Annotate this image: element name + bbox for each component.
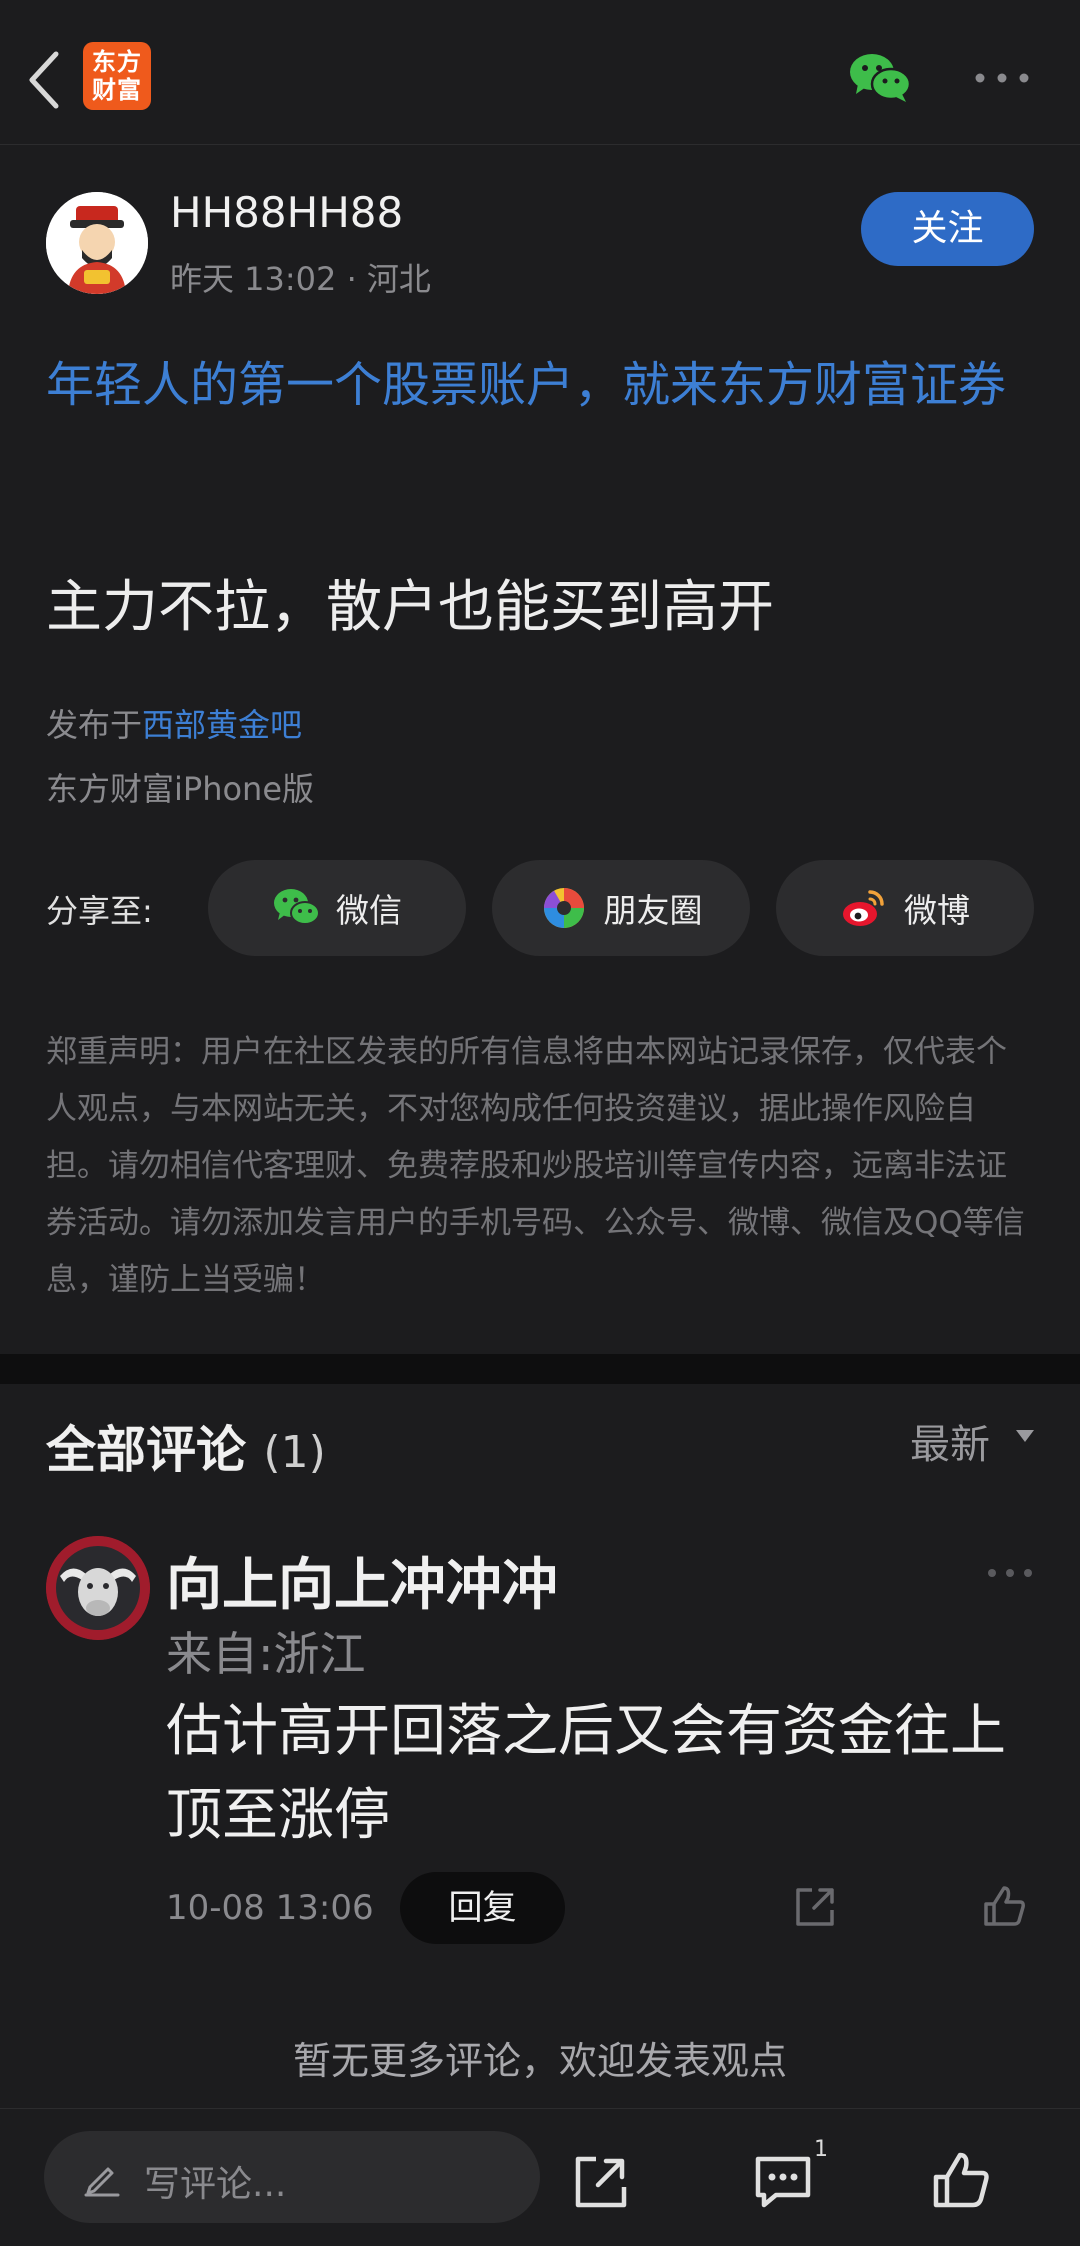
author-name[interactable]: HH88HH88 xyxy=(170,188,403,237)
weibo-icon xyxy=(843,890,884,926)
post-detail-page: 东方 财富 HH88HH88 昨天 13:02 · 河北 关注 年轻人的第一个股… xyxy=(0,0,1080,2246)
post-time-location: 昨天 13:02 · 河北 xyxy=(170,260,431,298)
share-moments-button[interactable]: 朋友圈 xyxy=(492,860,750,956)
published-prefix: 发布于 xyxy=(46,706,143,744)
like-icon[interactable] xyxy=(930,2149,992,2211)
post-title: 主力不拉，散户也能买到高开 xyxy=(46,575,774,640)
commenter-avatar[interactable] xyxy=(46,1536,150,1640)
section-divider xyxy=(0,1354,1080,1384)
comment-like-icon[interactable] xyxy=(980,1882,1028,1930)
bottom-action-bar: 写评论... 1 xyxy=(0,2108,1080,2246)
comment-text: 估计高开回落之后又会有资金往上顶至涨停 xyxy=(166,1699,1006,1848)
comment-input[interactable]: 写评论... xyxy=(44,2131,540,2223)
commenter-location: 来自:浙江 xyxy=(166,1627,366,1681)
share-label: 分享至: xyxy=(46,892,153,930)
wechat-icon xyxy=(274,889,320,925)
logo-line-1: 东方 xyxy=(92,48,142,76)
commenter-name[interactable]: 向上向上冲冲冲 xyxy=(166,1540,558,1621)
moments-icon xyxy=(543,888,584,928)
top-bar: 东方 财富 xyxy=(0,0,1080,145)
pencil-icon xyxy=(84,2167,120,2197)
caret-down-icon[interactable] xyxy=(1014,1428,1036,1444)
author-avatar[interactable] xyxy=(46,192,148,294)
back-arrow-icon[interactable] xyxy=(22,48,66,112)
promo-link[interactable]: 年轻人的第一个股票账户，就来东方财富证券 xyxy=(46,346,1042,424)
comments-count: (1) xyxy=(263,1427,326,1478)
wechat-share-icon[interactable] xyxy=(848,50,912,106)
share-moments-label: 朋友圈 xyxy=(603,891,703,930)
no-more-comments: 暂无更多评论，欢迎发表观点 xyxy=(292,2039,787,2083)
more-options-icon[interactable] xyxy=(972,68,1032,88)
bar-link[interactable]: 西部黄金吧 xyxy=(142,706,302,744)
share-icon[interactable] xyxy=(572,2153,630,2211)
share-weibo-button[interactable]: 微博 xyxy=(776,860,1034,956)
comment-count-badge: 1 xyxy=(814,2137,828,2162)
app-logo: 东方 财富 xyxy=(83,42,151,110)
comment-time: 10-08 13:06 xyxy=(166,1888,374,1928)
published-in: 发布于西部黄金吧 xyxy=(46,700,302,746)
comments-title: 全部评论 xyxy=(46,1421,246,1479)
comment-share-icon[interactable] xyxy=(792,1884,838,1930)
client-source: 东方财富iPhone版 xyxy=(46,770,315,808)
reply-button[interactable]: 回复 xyxy=(400,1872,565,1944)
comment-input-placeholder: 写评论... xyxy=(144,2164,287,2205)
fortune-god-avatar-icon xyxy=(46,192,148,294)
disclaimer-text: 郑重声明：用户在社区发表的所有信息将由本网站记录保存，仅代表个人观点，与本网站无… xyxy=(46,1034,1025,1298)
follow-button[interactable]: 关注 xyxy=(861,192,1034,266)
share-weibo-label: 微博 xyxy=(904,891,970,930)
comments-header: 全部评论 (1) xyxy=(46,1410,326,1482)
share-wechat-label: 微信 xyxy=(336,891,402,930)
sort-dropdown[interactable]: 最新 xyxy=(910,1412,990,1470)
bull-avatar-icon xyxy=(46,1536,150,1640)
comment-more-icon[interactable] xyxy=(986,1566,1034,1580)
share-wechat-button[interactable]: 微信 xyxy=(208,860,466,956)
logo-line-2: 财富 xyxy=(92,76,142,104)
comment-icon[interactable] xyxy=(752,2153,814,2211)
